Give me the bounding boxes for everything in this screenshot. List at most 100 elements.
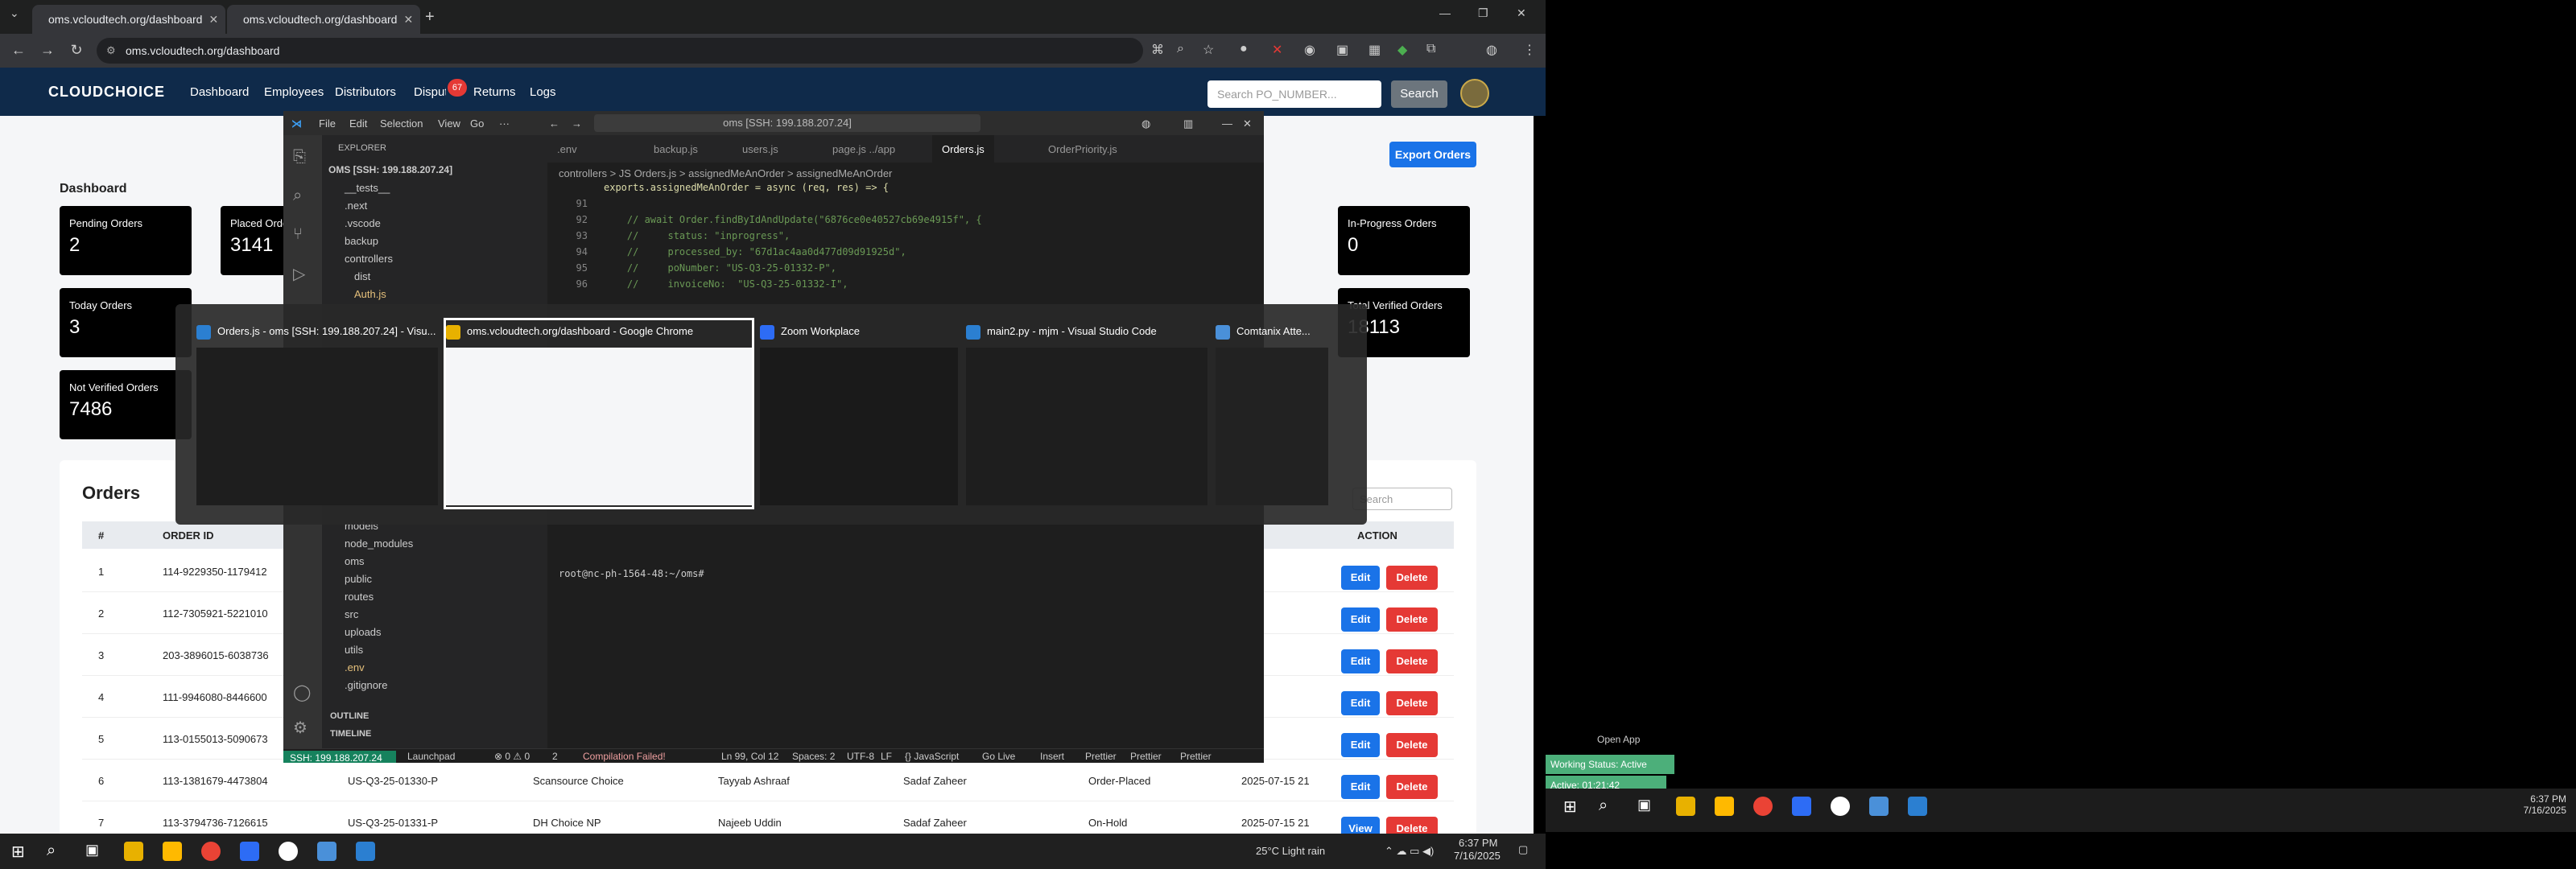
stat-card-not-verified[interactable]: Not Verified Orders 7486 [60, 370, 192, 439]
zoom-icon[interactable] [240, 842, 259, 861]
app-icon[interactable] [1869, 797, 1889, 816]
address-bar[interactable]: oms.vcloudtech.org/dashboard [97, 38, 1143, 64]
tree-item[interactable]: controllers [345, 253, 393, 265]
delete-button[interactable]: Delete [1386, 733, 1438, 757]
task-view-icon[interactable]: ▣ [1637, 797, 1657, 816]
forward-icon[interactable]: → [35, 42, 60, 59]
stat-card-pending[interactable]: Pending Orders 2 [60, 206, 192, 275]
explorer-icon[interactable]: ⎘ [293, 148, 306, 167]
code-line[interactable]: 91 [547, 198, 982, 214]
clock-time[interactable]: 6:37 PM [1459, 837, 1497, 849]
close-window-icon[interactable]: ✕ [1517, 6, 1526, 20]
menu-view[interactable]: View [438, 117, 460, 130]
start-icon[interactable]: ⊞ [1563, 797, 1583, 816]
go-live[interactable]: Go Live [982, 751, 1015, 762]
po-search-input[interactable]: Search PO_NUMBER... [1208, 80, 1381, 108]
delete-button[interactable]: Delete [1386, 566, 1438, 590]
nav-logs[interactable]: Logs [530, 85, 556, 99]
code-line[interactable]: 95 // poNumber: "US-Q3-25-01332-P", [547, 262, 982, 278]
store-icon[interactable] [163, 842, 182, 861]
problems-item[interactable]: ⊗ 0 ⚠ 0 [494, 751, 530, 762]
search-icon[interactable]: ⌕ [293, 187, 302, 205]
tree-item[interactable]: backup [345, 235, 378, 247]
nav-returns[interactable]: Returns [473, 85, 516, 99]
compile-status[interactable]: Compilation Failed! [583, 751, 666, 762]
minimize-icon[interactable]: — [1222, 117, 1232, 130]
tree-item[interactable]: uploads [345, 626, 382, 638]
tab-search-icon[interactable]: ⌄ [10, 6, 19, 20]
close-tab-icon[interactable]: ✕ [403, 13, 413, 27]
tab-orderpriority[interactable]: OrderPriority.js [1038, 135, 1127, 163]
open-app-link[interactable]: Open App [1597, 734, 1640, 745]
extension-icon[interactable]: ▦ [1368, 42, 1381, 58]
restore-icon[interactable]: ❐ [1478, 6, 1488, 20]
tree-item[interactable]: src [345, 608, 358, 620]
tree-item[interactable]: __tests__ [345, 182, 390, 194]
chrome-icon[interactable] [1753, 797, 1773, 816]
menu-go[interactable]: Go [470, 117, 484, 130]
export-orders-button[interactable]: Export Orders [1389, 142, 1476, 167]
extension-icon[interactable]: ◆ [1397, 42, 1407, 58]
insert-mode[interactable]: Insert [1040, 751, 1064, 762]
clock-date[interactable]: 7/16/2025 [1454, 850, 1501, 862]
tree-item[interactable]: utils [345, 644, 363, 656]
search-button[interactable]: Search [1391, 80, 1447, 108]
breadcrumb[interactable]: controllers > JS Orders.js > assignedMeA… [559, 167, 892, 179]
switcher-item-comtanix[interactable]: Comtanix Atte... [1216, 320, 1352, 507]
command-center[interactable]: oms [SSH: 199.188.207.24] [594, 114, 980, 132]
profile-icon[interactable]: ◍ [1486, 42, 1497, 58]
file-explorer-icon[interactable] [1676, 797, 1695, 816]
source-control-icon[interactable]: ⑂ [293, 225, 303, 244]
edit-button[interactable]: Edit [1341, 775, 1380, 799]
chrome-icon[interactable] [201, 842, 221, 861]
back-icon[interactable]: ← [549, 117, 559, 130]
switcher-item-vscode-main2[interactable]: main2.py - mjm - Visual Studio Code [966, 320, 1208, 507]
extension-icon[interactable]: ● [1240, 42, 1248, 56]
menu-icon[interactable]: ⋮ [1523, 42, 1536, 58]
extension-icon[interactable]: ◉ [1304, 42, 1315, 58]
start-icon[interactable]: ⊞ [11, 842, 31, 861]
tree-item[interactable]: .next [345, 200, 367, 212]
delete-button[interactable]: Delete [1386, 691, 1438, 715]
tab-env[interactable]: .env [547, 135, 587, 163]
stat-card-inprogress[interactable]: In-Progress Orders 0 [1338, 206, 1470, 275]
tray-icons-icon[interactable]: ⌃ ☁ ▭ ◀) [1385, 845, 1434, 858]
extension-icon[interactable]: ✕ [1272, 42, 1282, 58]
search-icon[interactable]: ⌕ [1599, 797, 1618, 816]
switcher-item-chrome[interactable]: oms.vcloudtech.org/dashboard - Google Ch… [444, 318, 754, 509]
edit-button[interactable]: Edit [1341, 607, 1380, 632]
nav-disputes[interactable]: Disputes [414, 85, 446, 99]
app-icon[interactable] [1831, 797, 1850, 816]
vscode-icon[interactable] [1908, 797, 1927, 816]
edit-button[interactable]: Edit [1341, 649, 1380, 673]
tree-item[interactable]: routes [345, 591, 374, 603]
layout-icon[interactable]: ▥ [1183, 117, 1193, 130]
site-logo[interactable]: CLOUDCHOICE [48, 84, 165, 101]
weather-widget[interactable]: 25°C Light rain [1256, 845, 1325, 857]
indent-spaces[interactable]: Spaces: 2 [792, 751, 835, 762]
code-line[interactable]: 94 // processed_by: "67d1ac4aa0d477d09d9… [547, 246, 982, 262]
nav-employees[interactable]: Employees [264, 85, 324, 99]
launchpad-item[interactable]: Launchpad [407, 751, 455, 762]
tab-orders[interactable]: Orders.js [932, 135, 994, 163]
tree-item[interactable]: dist [354, 270, 370, 282]
search-icon[interactable]: ⌕ [47, 842, 66, 861]
vscode-icon[interactable] [356, 842, 375, 861]
copilot-icon[interactable]: ◍ [1141, 117, 1150, 130]
code-line[interactable]: 92 // await Order.findByIdAndUpdate("687… [547, 214, 982, 230]
tab-backup[interactable]: backup.js [644, 135, 708, 163]
close-tab-icon[interactable]: ✕ [208, 13, 218, 27]
code-line[interactable]: 93 // status: "inprogress", [547, 230, 982, 246]
prettier-item[interactable]: Prettier [1180, 751, 1212, 762]
nav-distributors[interactable]: Distributors [335, 85, 396, 99]
back-icon[interactable]: ← [6, 42, 31, 59]
tab-users[interactable]: users.js [733, 135, 788, 163]
tree-item[interactable]: .gitignore [345, 679, 387, 691]
task-view-icon[interactable]: ▣ [85, 842, 105, 861]
encoding[interactable]: UTF-8 [847, 751, 874, 762]
translate-icon[interactable]: ⌘ [1151, 42, 1164, 58]
tab-2[interactable]: oms.vcloudtech.org/dashboard ✕ [227, 5, 420, 34]
store-icon[interactable] [1715, 797, 1734, 816]
bookmark-icon[interactable]: ☆ [1203, 42, 1214, 58]
settings-gear-icon[interactable]: ⚙ [293, 718, 308, 738]
